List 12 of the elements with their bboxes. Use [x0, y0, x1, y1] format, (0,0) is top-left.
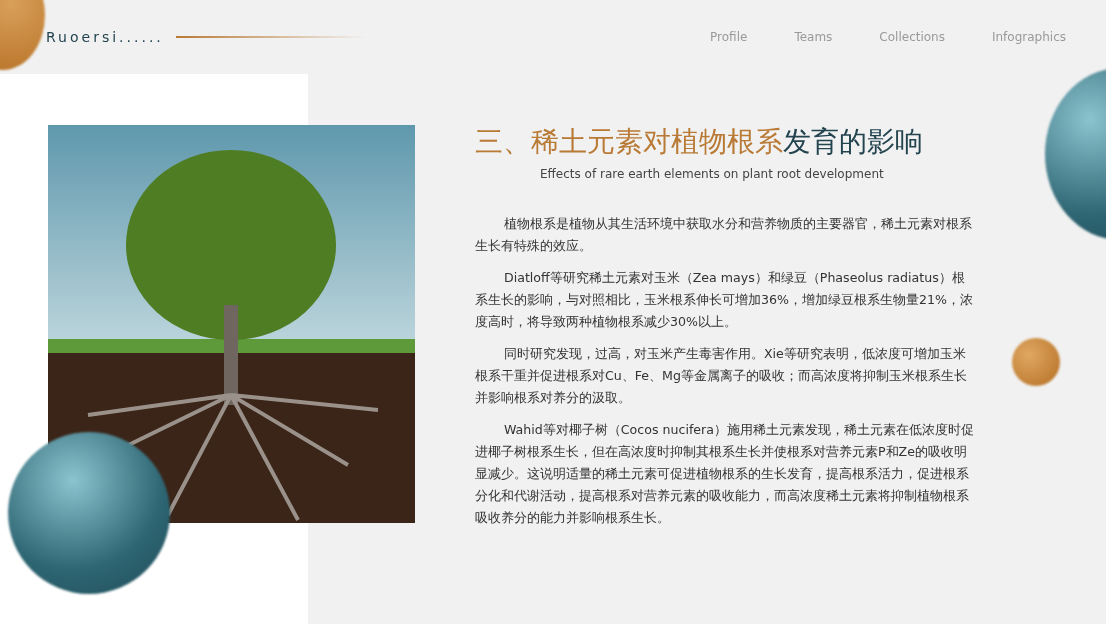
logo-text: Ruoersi...... [46, 27, 164, 47]
nav-link[interactable]: Collections [879, 28, 945, 46]
nav-link[interactable]: Teams [794, 28, 833, 46]
body-paragraph: Diatloff等研究稀土元素对玉米（Zea mays）和绿豆（Phaseolus radiatus）根系生长的影响，与对照相比，玉米根系伸长可增加36%，增加绿豆根系生物量21%，浓度高时，将导致两种植物根系减少30%以上。 [475, 268, 974, 331]
body-paragraph: 植物根系是植物从其生活环境中获取水分和营养物质的主要器官，稀土元素对根系生长有特殊的效应。 [475, 214, 973, 255]
sphere-decoration [1012, 338, 1060, 386]
nav-link[interactable]: Infographics [991, 28, 1066, 46]
slide-title: 三、稀土元素对植物根系发育的影响 [475, 125, 924, 159]
body-paragraph: 同时研究发现，过高，对玉米产生毒害作用。Xie等研究表明，低浓度可增加玉米根系干重并促进根系对Cu、Fe、Mg等金属离子的吸收；而高浓度将抑制玉米根系生长并影响根系对养分的汲取。 [475, 344, 968, 407]
nav-link[interactable]: Profile [710, 28, 748, 46]
slide-subtitle: Effects of rare earth elements on plant root development [540, 165, 885, 183]
body-paragraph: Wahid等对椰子树（Cocos nucifera）施用稀土元素发现，稀土元素在低浓度时促进椰子树根系生长，但在高浓度时抑制其根系生长并使根系对营养元素P和Ze的吸收明显减少。这说明适量的稀土元素可促进植物根系的生长发育，提高根系活力，促进根系分化和代谢活动，提高根系对营养元素的吸收能力，而高浓度稀土元素将抑制植物根系吸收养分的能力并影响根系生长。 [475, 420, 975, 527]
